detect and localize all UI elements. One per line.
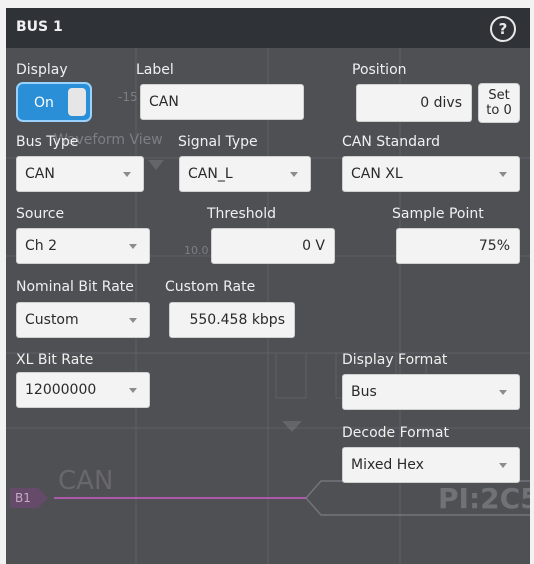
toggle-knob <box>68 88 86 116</box>
decode-format-dropdown[interactable]: Mixed Hex <box>342 447 520 483</box>
bus-config-dialog: Waveform View -15 10.0 B1 CAN PI:2C5 BUS… <box>6 8 530 564</box>
display-format-dropdown[interactable]: Bus <box>342 374 520 410</box>
threshold-input[interactable]: 0 V <box>211 228 335 264</box>
question-circle-icon[interactable]: ? <box>490 16 516 42</box>
chevron-down-icon <box>129 388 137 393</box>
chevron-down-icon <box>499 390 507 395</box>
decode-format-label: Decode Format <box>342 425 449 441</box>
signal-type-label: Signal Type <box>178 134 258 150</box>
chevron-down-icon <box>129 318 137 323</box>
chevron-down-icon <box>123 172 131 177</box>
custom-rate-input[interactable]: 550.458 kbps <box>169 302 295 338</box>
label-input[interactable]: CAN <box>140 84 304 120</box>
label-field-label: Label <box>136 62 174 78</box>
bus-type-label: Bus Type <box>16 134 79 150</box>
set-to-zero-button[interactable]: Set to 0 <box>478 83 520 123</box>
signal-type-dropdown[interactable]: CAN_L <box>179 156 311 192</box>
display-format-label: Display Format <box>342 352 448 368</box>
chevron-down-icon <box>499 172 507 177</box>
background-bus-name: CAN <box>58 466 114 496</box>
xl-bit-rate-dropdown[interactable]: 12000000 <box>16 372 150 408</box>
nominal-bit-rate-label: Nominal Bit Rate <box>16 279 134 295</box>
chevron-down-icon <box>290 172 298 177</box>
chevron-down-icon <box>499 463 507 468</box>
position-input[interactable]: 0 divs <box>356 84 472 122</box>
nominal-bit-rate-dropdown[interactable]: Custom <box>16 302 150 338</box>
sample-point-input[interactable]: 75% <box>396 228 520 264</box>
background-scale-a: -15 <box>118 90 138 104</box>
background-scale-b: 10.0 <box>184 244 209 257</box>
display-toggle[interactable]: On <box>16 82 92 122</box>
chevron-down-icon <box>129 244 137 249</box>
source-label: Source <box>16 206 65 222</box>
source-dropdown[interactable]: Ch 2 <box>16 228 150 264</box>
can-standard-dropdown[interactable]: CAN XL <box>342 156 520 192</box>
display-toggle-text: On <box>34 95 54 111</box>
dialog-title: BUS 1 <box>16 19 63 35</box>
custom-rate-label: Custom Rate <box>165 279 256 295</box>
background-decode-text: PI:2C5 <box>438 482 530 515</box>
can-standard-label: CAN Standard <box>342 134 440 150</box>
threshold-label: Threshold <box>207 206 276 222</box>
position-label: Position <box>352 62 407 78</box>
dialog-titlebar: BUS 1 ? <box>6 8 530 48</box>
bus-type-dropdown[interactable]: CAN <box>16 156 144 192</box>
bus-badge-text: B1 <box>15 491 31 505</box>
display-label: Display <box>16 62 68 78</box>
sample-point-label: Sample Point <box>392 206 484 222</box>
xl-bit-rate-label: XL Bit Rate <box>16 352 94 368</box>
